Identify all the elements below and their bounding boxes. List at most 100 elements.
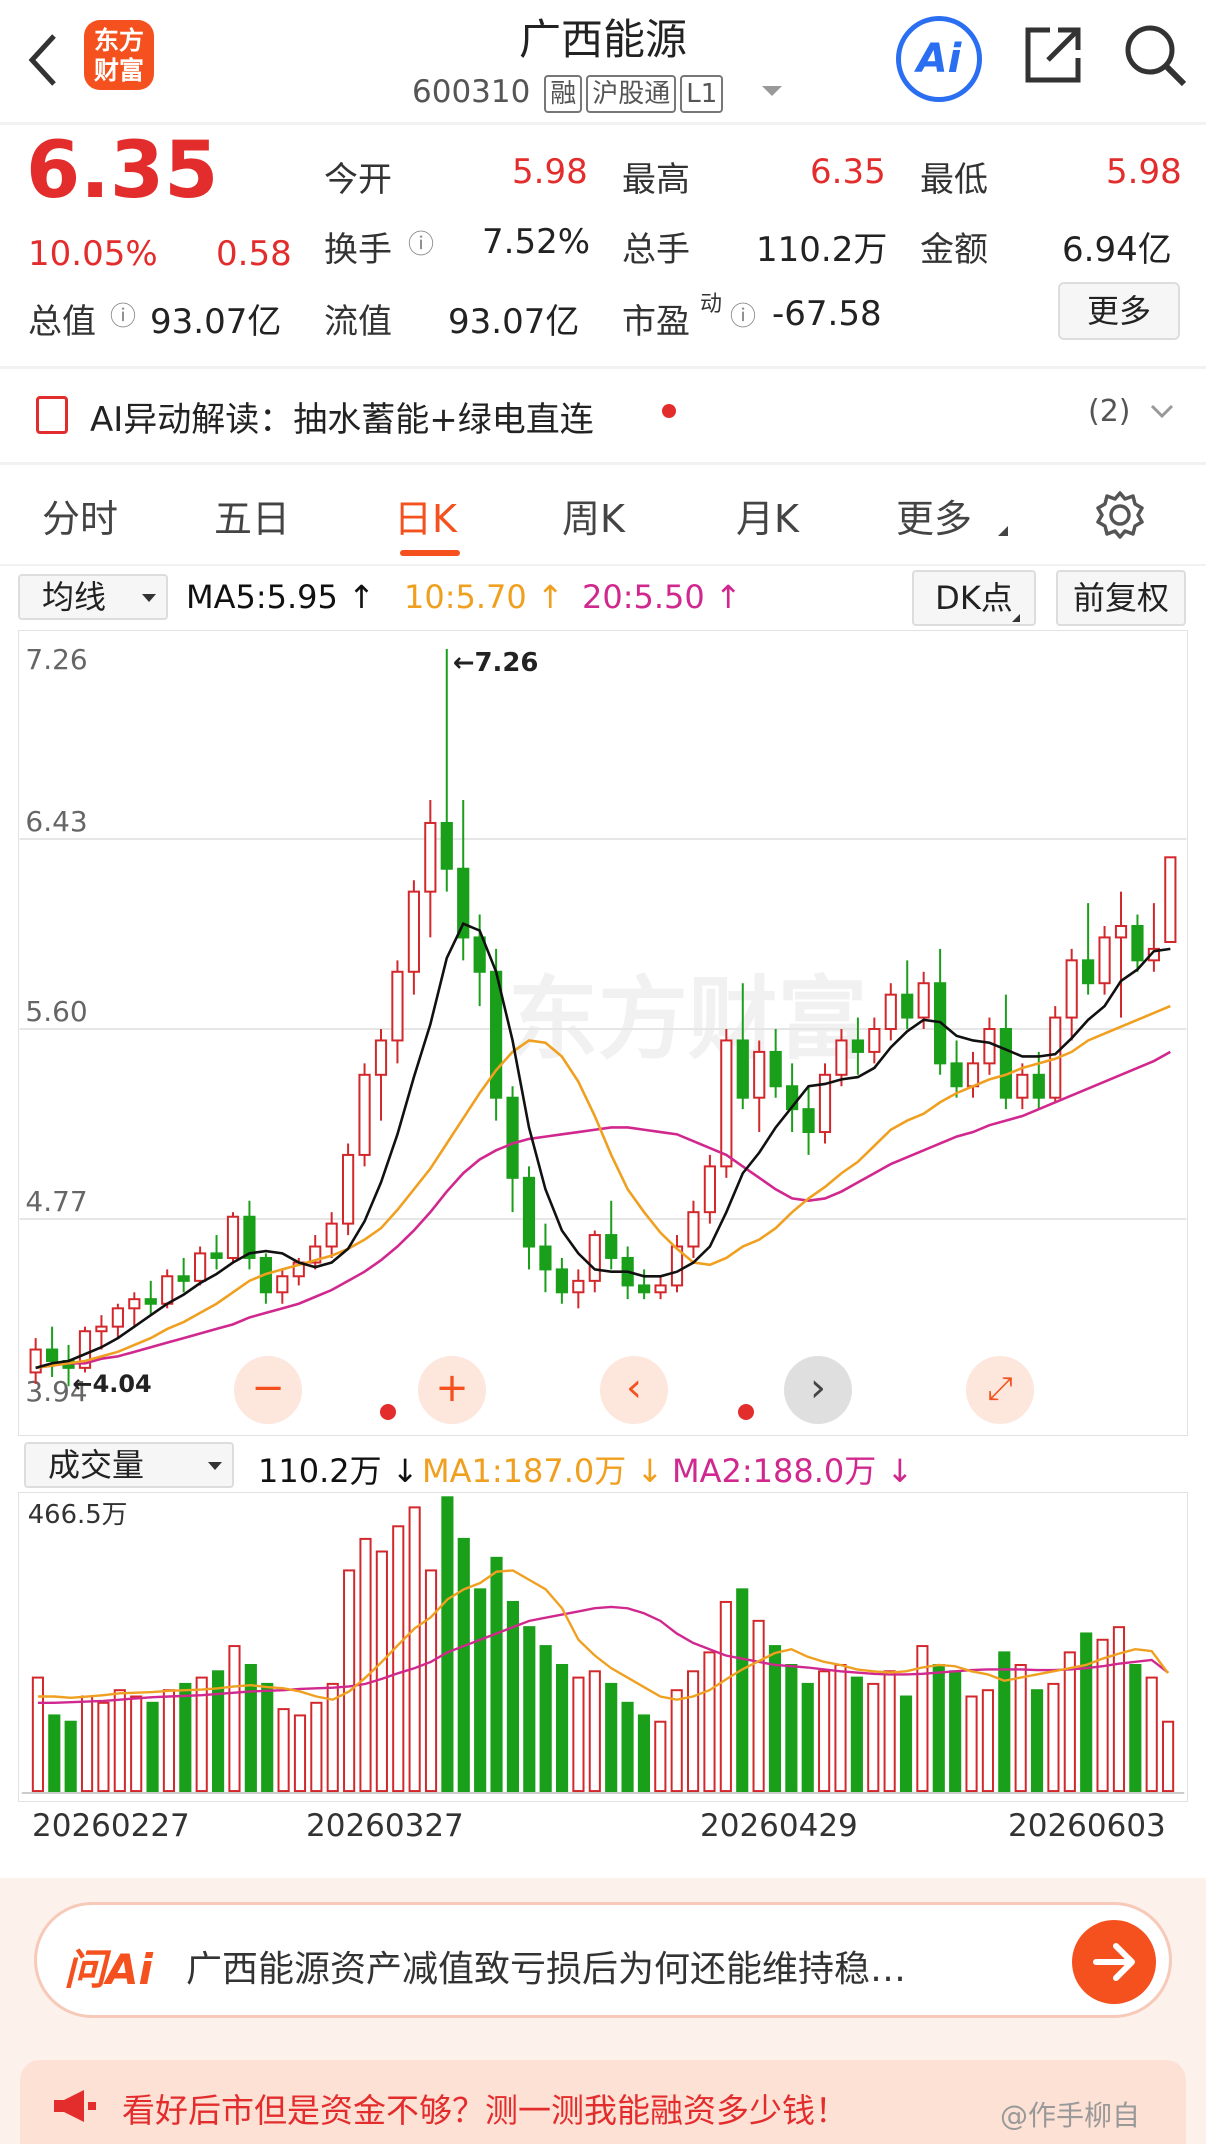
indicator-selector[interactable]: 均线: [18, 574, 168, 620]
scroll-right-button[interactable]: ›: [784, 1356, 852, 1424]
candle-body: [917, 982, 930, 1019]
volume-bar: [899, 1695, 913, 1793]
ai-insight-text[interactable]: AI异动解读：抽水蓄能+绿电直连: [90, 392, 594, 441]
megaphone-icon: [54, 2090, 96, 2122]
candle-body: [325, 1222, 338, 1248]
ai-button[interactable]: Ai: [896, 16, 982, 102]
tab-intraday[interactable]: 分时: [42, 488, 118, 543]
low-value: 5.98: [1106, 152, 1182, 192]
volume-bar: [31, 1676, 44, 1793]
volume-bar: [818, 1670, 831, 1793]
volume-label: 总手: [622, 230, 690, 270]
tag-margin: 融: [544, 75, 583, 113]
ask-ai-logo: 问Ai: [64, 1945, 153, 1994]
volume-bar: [146, 1701, 159, 1793]
promo-text[interactable]: 看好后市但是资金不够？测一测我能融资多少钱！: [122, 2084, 848, 2132]
ask-ai-question[interactable]: 广西能源资产减值致亏损后为何还能维持稳…: [186, 1940, 1026, 1992]
tab-monthly-k[interactable]: 月K: [736, 488, 799, 543]
candle-body: [851, 1039, 864, 1053]
more-button[interactable]: 更多: [1058, 282, 1180, 340]
volume-bar: [949, 1670, 962, 1793]
volume-selector[interactable]: 成交量: [24, 1442, 234, 1488]
info-icon[interactable]: ⓘ: [110, 296, 136, 333]
volume-bar: [408, 1506, 421, 1793]
candle-body: [111, 1307, 124, 1328]
candle-body: [999, 1028, 1012, 1099]
volume-bar: [719, 1600, 732, 1793]
tab-daily-k[interactable]: 日K: [394, 488, 457, 543]
volume-bar: [474, 1588, 487, 1793]
dropdown-icon: [208, 1462, 222, 1470]
pe-sup: 动: [700, 292, 723, 317]
divider: [0, 462, 1206, 465]
candle-body: [128, 1298, 141, 1310]
amount-label: 金额: [920, 230, 988, 270]
volume-bar: [490, 1556, 503, 1793]
date-label: 20260429: [700, 1808, 858, 1844]
gear-icon[interactable]: [1095, 490, 1145, 540]
volume-bar: [162, 1689, 176, 1793]
divider: [0, 564, 1206, 566]
candle-body: [374, 1039, 388, 1076]
code-dropdown-icon[interactable]: [762, 86, 782, 96]
change-amount: 0.58: [216, 234, 292, 274]
share-icon[interactable]: [1020, 22, 1086, 88]
tab-five-day[interactable]: 五日: [214, 488, 290, 543]
volume-bar: [736, 1588, 749, 1793]
zoom-out-button[interactable]: −: [234, 1356, 302, 1424]
candle-body: [555, 1268, 568, 1294]
tag-level: L1: [680, 75, 724, 113]
candle-body: [457, 867, 470, 939]
search-icon[interactable]: [1122, 22, 1188, 88]
adjust-button[interactable]: 前复权: [1056, 570, 1186, 626]
candle-body: [638, 1284, 651, 1294]
chevron-down-icon[interactable]: [1150, 404, 1174, 420]
candle-body: [391, 970, 404, 1042]
ma20-value: 20:5.50 ↑: [582, 578, 742, 616]
candle-body: [1065, 959, 1078, 1019]
volume-bar: [637, 1714, 651, 1793]
volume-bar: [1063, 1651, 1076, 1793]
tab-more[interactable]: 更多: [896, 488, 972, 543]
tab-weekly-k[interactable]: 周K: [562, 488, 625, 543]
volume-now: 110.2万 ↓: [258, 1452, 419, 1490]
volume-value: 110.2万: [756, 230, 888, 270]
info-icon[interactable]: ⓘ: [730, 296, 756, 333]
candle-body: [1098, 936, 1111, 985]
high-value: 6.35: [810, 152, 886, 192]
volume-bar: [130, 1695, 143, 1793]
candle-body: [276, 1275, 289, 1294]
volume-bar: [932, 1663, 945, 1793]
volume-bar: [80, 1695, 94, 1793]
candle-body: [654, 1284, 667, 1294]
float-cap-label: 流值: [324, 302, 392, 342]
fullscreen-icon[interactable]: ⤢: [966, 1356, 1034, 1424]
volume-bar: [228, 1645, 241, 1793]
candle-body: [703, 1165, 716, 1214]
stock-code: 600310: [412, 74, 531, 110]
volume-bar: [97, 1701, 110, 1793]
volume-bar: [670, 1689, 683, 1793]
divider: [0, 122, 1206, 125]
scroll-left-button[interactable]: ‹: [600, 1356, 668, 1424]
red-dot: [662, 404, 676, 418]
candle-body: [687, 1211, 700, 1248]
candle-body: [588, 1234, 601, 1282]
volume-bar: [375, 1550, 388, 1793]
candle-body: [983, 1028, 996, 1065]
info-icon[interactable]: ⓘ: [408, 224, 434, 261]
volume-max-label: 466.5万: [28, 1500, 128, 1530]
dk-corner-icon: [1012, 614, 1020, 622]
volume-bar: [48, 1714, 61, 1793]
candle-body: [753, 1050, 766, 1099]
ma10-text: 10:5.70: [404, 578, 527, 616]
candlestick-chart[interactable]: 7.266.435.604.773.94东方财富←7.26←4.04: [18, 630, 1188, 1436]
ask-submit-button[interactable]: [1072, 1920, 1156, 2004]
volume-bar: [752, 1619, 765, 1793]
volume-chart[interactable]: 466.5万: [18, 1492, 1188, 1802]
candle-body: [1164, 856, 1177, 944]
zoom-in-button[interactable]: +: [418, 1356, 486, 1424]
top-bar: 东方财富 广西能源 600310 融沪股通 L1 Ai: [0, 0, 1206, 124]
watermark: @作手柳自: [1000, 2099, 1141, 2132]
candle-body: [522, 1176, 536, 1248]
